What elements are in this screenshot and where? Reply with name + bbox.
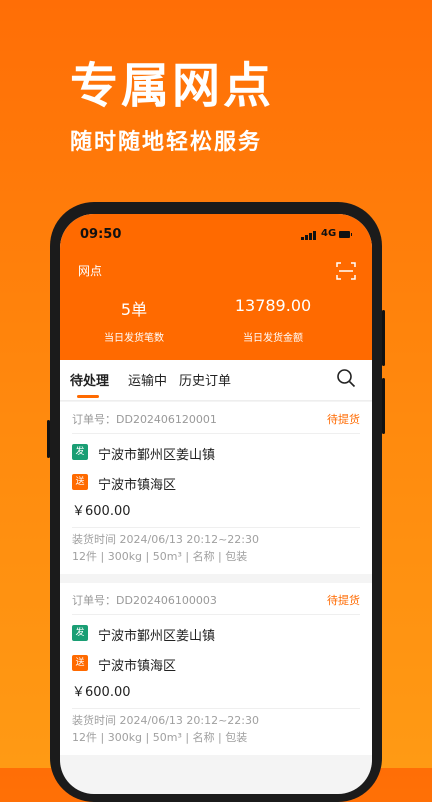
origin-badge: 发 [72, 444, 88, 460]
divider [72, 614, 360, 615]
hero-subtitle: 随时随地轻松服务 [70, 130, 263, 155]
status-time: 09:50 [80, 227, 122, 242]
destination-address: 宁波市镇海区 [98, 478, 177, 493]
origin-address: 宁波市鄞州区姜山镇 [98, 629, 216, 644]
phone-side-button [47, 420, 50, 458]
scan-icon[interactable] [336, 262, 356, 280]
phone-volume-button [382, 378, 385, 434]
daily-amount-label: 当日发货金额 [243, 333, 303, 344]
search-icon[interactable] [336, 368, 356, 388]
order-card[interactable]: 订单号：DD202406100003 待提货 发 宁波市鄞州区姜山镇 送 宁波市… [60, 583, 372, 755]
signal-icon [301, 230, 317, 240]
hero-title: 专属网点 [70, 58, 275, 114]
daily-order-count: 5单 [120, 300, 148, 319]
app-header: 09:50 4G 网点 5单 当日发货笔数 13789.00 当日发货金额 [60, 214, 372, 360]
divider [72, 708, 360, 709]
origin-badge: 发 [72, 625, 88, 641]
load-time: 装货时间 2024/06/13 20:12~22:30 [72, 714, 260, 727]
destination-address: 宁波市镇海区 [98, 659, 177, 674]
order-card[interactable]: 订单号：DD202406120001 待提货 发 宁波市鄞州区姜山镇 送 宁波市… [60, 402, 372, 574]
network-type: 4G [321, 228, 337, 239]
order-tabs: 待处理 运输中 历史订单 [60, 360, 372, 401]
order-number: 订单号：DD202406100003 [72, 594, 217, 607]
phone-power-button [382, 310, 385, 366]
order-number: 订单号：DD202406120001 [72, 413, 217, 426]
daily-order-count-label: 当日发货笔数 [104, 333, 164, 344]
cargo-specs: 12件 | 300kg | 50m³ | 名称 | 包装 [72, 731, 248, 744]
divider [72, 527, 360, 528]
divider [72, 433, 360, 434]
cargo-specs: 12件 | 300kg | 50m³ | 名称 | 包装 [72, 550, 248, 563]
load-time: 装货时间 2024/06/13 20:12~22:30 [72, 533, 260, 546]
tab-in-transit[interactable]: 运输中 [128, 370, 167, 389]
status-bar: 09:50 4G [60, 214, 372, 254]
order-price: ￥600.00 [72, 685, 131, 700]
destination-badge: 送 [72, 655, 88, 671]
phone-frame: 09:50 4G 网点 5单 当日发货笔数 13789.00 当日发货金额 待处… [47, 202, 385, 802]
order-price: ￥600.00 [72, 504, 131, 519]
tab-history[interactable]: 历史订单 [179, 370, 231, 389]
order-status: 待提货 [327, 594, 360, 607]
destination-badge: 送 [72, 474, 88, 490]
order-status: 待提货 [327, 413, 360, 426]
phone-screen: 09:50 4G 网点 5单 当日发货笔数 13789.00 当日发货金额 待处… [60, 214, 372, 794]
station-label: 网点 [78, 264, 103, 278]
tab-pending[interactable]: 待处理 [70, 370, 109, 389]
battery-icon [339, 231, 352, 238]
daily-amount: 13789.00 [234, 296, 312, 315]
active-tab-indicator [77, 395, 99, 398]
origin-address: 宁波市鄞州区姜山镇 [98, 448, 216, 463]
